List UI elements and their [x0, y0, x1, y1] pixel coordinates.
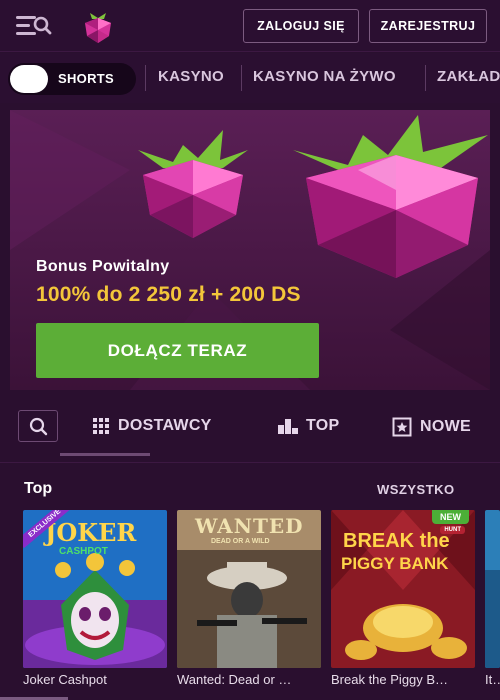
game-art-title: JOKER [45, 518, 137, 547]
nav-item-betting[interactable]: ZAKŁAD [437, 68, 500, 85]
divider [425, 65, 426, 91]
see-all-link[interactable]: WSZYSTKO [377, 482, 455, 497]
scroll-indicator [0, 690, 500, 700]
section-title: Top [24, 480, 53, 497]
bonus-offer: 100% do 2 250 zł + 200 DS [36, 283, 301, 306]
game-art-subtitle: DEAD OR A WILD [211, 538, 270, 545]
tab-providers-label: DOSTAWCY [118, 417, 212, 434]
game-art-title: WANTED [195, 514, 304, 538]
search-icon [29, 417, 48, 436]
new-badge: NEW [432, 510, 469, 524]
game-title[interactable]: Joker Cashpot [23, 672, 167, 687]
game-title[interactable]: It… [485, 672, 500, 687]
nav-item-casino[interactable]: KASYNO [158, 68, 224, 85]
tab-new-label: NOWE [420, 418, 471, 435]
register-button[interactable]: ZAREJESTRUJ [369, 9, 487, 43]
raspberry-small-icon [138, 130, 248, 238]
new-badge-label: NEW [440, 512, 461, 522]
game-tile[interactable]: WANTED DEAD OR A WILD [177, 510, 321, 668]
grid-icon [93, 418, 109, 434]
search-button[interactable] [18, 410, 58, 442]
game-thumbnail [485, 510, 500, 668]
game-tile[interactable]: JOKER CASHPOT EXCLUSIVE [23, 510, 167, 668]
game-title[interactable]: Break the Piggy B… [331, 672, 475, 687]
game-tile[interactable]: BREAK the PIGGY BANK NEW HUNT [331, 510, 475, 668]
raspberry-large-icon [293, 115, 488, 278]
raspberry-logo-icon[interactable] [78, 6, 118, 46]
game-art-subtitle: PIGGY BANK [341, 554, 449, 573]
toggle-knob [10, 65, 48, 93]
menu-search-icon[interactable] [14, 12, 54, 40]
active-tab-indicator [60, 453, 150, 456]
tab-top[interactable]: TOP [278, 417, 340, 435]
shorts-toggle[interactable]: SHORTS [8, 63, 136, 95]
game-tile[interactable] [485, 510, 500, 668]
divider [0, 462, 500, 463]
divider [241, 65, 242, 91]
tab-providers[interactable]: DOSTAWCY [92, 417, 212, 435]
star-box-icon [392, 417, 412, 437]
game-title[interactable]: Wanted: Dead or … [177, 672, 321, 687]
tab-new[interactable]: NOWE [392, 417, 471, 437]
tab-top-label: TOP [306, 417, 340, 434]
login-button[interactable]: ZALOGUJ SIĘ [243, 9, 359, 43]
game-art-subtitle: CASHPOT [59, 546, 108, 557]
filter-bar: DOSTAWCY TOP NOWE [0, 400, 500, 463]
join-now-button[interactable]: DOŁĄCZ TERAZ [36, 323, 319, 378]
divider [145, 65, 146, 91]
game-art-title: BREAK the [343, 530, 450, 552]
welcome-banner[interactable]: Bonus Powitalny 100% do 2 250 zł + 200 D… [10, 110, 490, 390]
hunt-badge: HUNT [440, 526, 465, 534]
category-nav: SHORTS KASYNO KASYNO NA ŻYWO ZAKŁAD [0, 53, 500, 103]
top-header: ZALOGUJ SIĘ ZAREJESTRUJ [0, 0, 500, 52]
nav-item-live-casino[interactable]: KASYNO NA ŻYWO [253, 68, 396, 85]
podium-icon [278, 419, 298, 434]
bonus-subtitle: Bonus Powitalny [36, 258, 170, 275]
shorts-label: SHORTS [58, 71, 114, 86]
